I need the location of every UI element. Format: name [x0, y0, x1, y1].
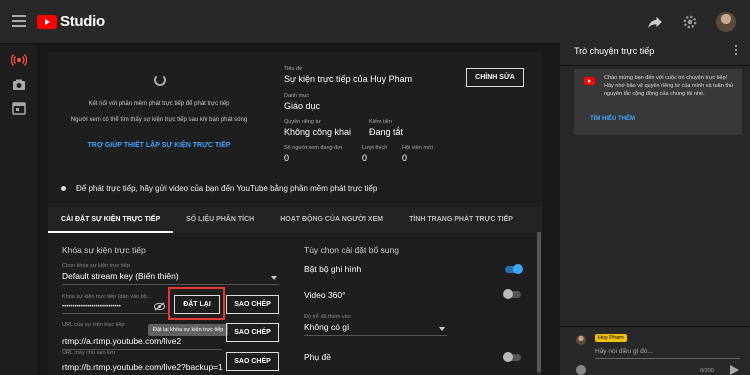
chevron-down-icon	[271, 276, 277, 280]
chat-header: Trò chuyện trực tiếp	[560, 36, 750, 66]
stream-key-section-title: Khóa sự kiện trực tiếp	[62, 245, 146, 255]
setup-help-link[interactable]: TRỢ GIÚP THIẾT LẬP SỰ KIỆN TRỰC TIẾP	[48, 142, 270, 149]
field-underline	[62, 284, 279, 285]
live-control-room: Kết nối với phần mềm phát trực tiếp để p…	[48, 52, 542, 375]
field-underline	[304, 335, 447, 336]
likes-value: 0	[362, 153, 368, 163]
stream-key-label: Khóa sự kiện trực tiếp (dán vào bộ...	[62, 294, 152, 300]
monetization-label: Kiếm tiền	[369, 119, 392, 125]
toggle-knob	[503, 289, 513, 299]
studio-logo[interactable]: Studio	[37, 13, 105, 30]
learn-more-link[interactable]: TÌM HIỂU THÊM	[590, 116, 635, 122]
scrollbar-thumb[interactable]	[537, 232, 541, 372]
chat-input-underline	[595, 358, 740, 359]
stream-key-select-value: Default stream key (Biến thiên)	[62, 271, 179, 281]
visibility-off-icon[interactable]	[154, 302, 165, 311]
privacy-value: Không công khai	[284, 127, 352, 137]
welcome-text: Chào mừng bạn đến với cuộc trò chuyện tr…	[604, 75, 733, 97]
send-icon[interactable]	[730, 365, 739, 375]
youtube-logo-icon	[584, 77, 595, 85]
chat-welcome-card: Chào mừng bạn đến với cuộc trò chuyện tr…	[574, 69, 742, 135]
backup-url-field[interactable]: URL máy chủ sao lưu rtmp://b.rtmp.youtub…	[62, 350, 223, 375]
stream-url-label: URL của sự kiện trực tiếp	[62, 322, 125, 328]
likes-label: Lượt thích	[362, 145, 388, 151]
stream-title: Sự kiện trực tiếp của Huy Pham	[284, 74, 413, 84]
highlight-box	[168, 287, 225, 320]
captions-label: Phụ đề	[304, 352, 331, 362]
account-avatar[interactable]	[716, 12, 736, 32]
chat-input-area: Huy Pham Hãy nói điều gì đó... 0/200	[560, 326, 750, 375]
share-icon[interactable]	[646, 13, 664, 31]
gear-icon[interactable]	[681, 13, 699, 31]
title-label: Tiêu đề	[284, 66, 303, 72]
copy-key-button[interactable]: SAO CHÉP	[226, 295, 279, 314]
privacy-label: Quyền riêng tư	[284, 119, 321, 125]
chat-input[interactable]: Hãy nói điều gì đó...	[595, 348, 653, 355]
backup-url-value: rtmp://b.rtmp.youtube.com/live2?backup=1	[62, 362, 223, 372]
loading-spinner-icon	[154, 74, 166, 86]
edit-button[interactable]: CHỈNH SỬA	[466, 68, 524, 87]
stream-key-field[interactable]: Khóa sự kiện trực tiếp (dán vào bộ... ••…	[62, 294, 168, 314]
toggle-knob	[513, 264, 523, 274]
chevron-down-icon	[439, 327, 445, 331]
viewers-waiting-label: Số người xem đang đợi	[284, 145, 342, 151]
category-value: Giáo dục	[284, 101, 321, 111]
left-nav	[0, 44, 38, 375]
char-counter: 0/200	[700, 368, 714, 374]
stream-key-select[interactable]: Chọn khóa sự kiện trực tiếp Default stre…	[62, 263, 279, 285]
camera-icon[interactable]	[11, 77, 27, 93]
stream-key-value: ••••••••••••••••••••••••••••	[62, 304, 121, 310]
stream-url-value: rtmp://a.rtmp.youtube.com/live2	[62, 336, 182, 346]
streaming-notice: Để phát trực tiếp, hãy gửi video của bạn…	[61, 184, 377, 193]
settings-scrollbar[interactable]	[537, 232, 541, 375]
toggle-knob	[503, 352, 513, 362]
latency-label: Độ trễ đã thêm vào	[304, 314, 351, 320]
bullet-icon	[61, 186, 66, 191]
members-value: 0	[402, 153, 408, 163]
video360-label: Video 360°	[304, 290, 346, 300]
backup-url-label: URL máy chủ sao lưu	[62, 350, 115, 356]
notice-text: Để phát trực tiếp, hãy gửi video của bạn…	[76, 184, 378, 193]
settings-tabs: CÀI ĐẶT SỰ KIỆN TRỰC TIẾP SỐ LIỆU PHÂN T…	[48, 207, 542, 233]
stream-preview: Kết nối với phần mềm phát trực tiếp để p…	[48, 52, 270, 174]
latency-value: Không có gì	[304, 322, 350, 332]
youtube-logo-icon	[37, 14, 57, 29]
menu-icon[interactable]	[12, 15, 26, 27]
chat-user-name: Huy Pham	[595, 334, 627, 342]
top-actions	[646, 12, 736, 32]
tab-analytics[interactable]: SỐ LIỆU PHÂN TÍCH	[173, 207, 267, 233]
tab-viewer-activity[interactable]: HOẠT ĐỘNG CỦA NGƯỜI XEM	[267, 207, 396, 233]
tab-stream-settings[interactable]: CÀI ĐẶT SỰ KIỆN TRỰC TIẾP	[48, 207, 174, 233]
stream-key-select-label: Chọn khóa sự kiện trực tiếp	[62, 263, 130, 269]
field-underline	[62, 313, 168, 314]
live-chat-panel: Trò chuyện trực tiếp Chào mừng bạn đến v…	[560, 36, 750, 375]
emoji-icon[interactable]	[576, 365, 586, 375]
more-options-icon[interactable]	[735, 45, 738, 57]
viewers-waiting-value: 0	[284, 153, 290, 163]
additional-settings-title: Tùy chọn cài đặt bổ sung	[304, 245, 399, 255]
video360-toggle[interactable]	[503, 289, 521, 299]
dvr-label: Bật bộ ghi hình	[304, 264, 362, 274]
monetization-value: Đang tắt	[369, 127, 404, 137]
live-stream-icon[interactable]	[11, 52, 27, 68]
category-label: Danh mục	[284, 93, 310, 99]
copy-backup-url-button[interactable]: SAO CHÉP	[226, 352, 279, 371]
captions-toggle[interactable]	[503, 352, 521, 362]
preview-line-1: Kết nối với phần mềm phát trực tiếp để p…	[88, 101, 230, 107]
logo-text: Studio	[60, 13, 105, 30]
members-label: Hội viên mới	[402, 145, 433, 151]
calendar-icon[interactable]	[11, 100, 27, 116]
dvr-toggle[interactable]	[505, 264, 523, 274]
stream-url-field[interactable]: URL của sự kiện trực tiếp rtmp://a.rtmp.…	[62, 322, 222, 350]
chat-title: Trò chuyện trực tiếp	[574, 46, 655, 56]
avatar	[576, 335, 586, 345]
preview-line-2: Người xem có thể tìm thấy sự kiện trực t…	[70, 117, 248, 123]
latency-select[interactable]: Độ trễ đã thêm vào Không có gì	[304, 314, 447, 336]
copy-url-button[interactable]: SAO CHÉP	[226, 323, 279, 342]
tab-stream-health[interactable]: TÌNH TRẠNG PHÁT TRỰC TIẾP	[396, 207, 526, 233]
